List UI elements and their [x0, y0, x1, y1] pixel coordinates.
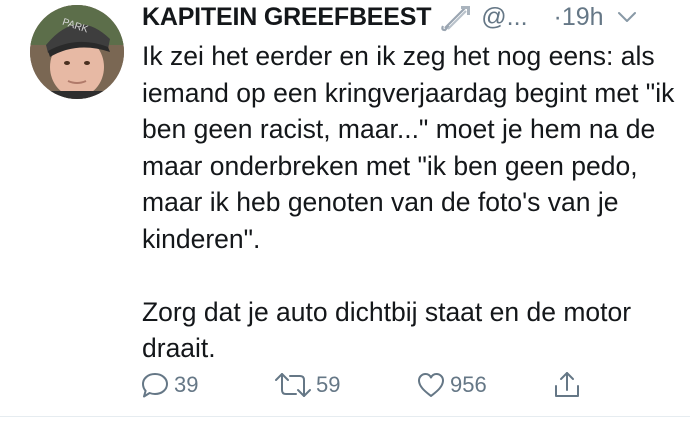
tweet-divider	[0, 416, 690, 417]
tweet-text: Ik zei het eerder en ik zeg het nog eens…	[142, 41, 675, 363]
reply-button[interactable]: 39	[140, 368, 198, 402]
share-button[interactable]	[552, 368, 582, 402]
like-count: 956	[450, 372, 487, 397]
reply-count: 39	[174, 372, 199, 397]
like-button[interactable]: 956	[416, 368, 487, 402]
tweet-header: KAPITEIN GREEFBEEST @... ·19h	[142, 0, 682, 34]
timestamp[interactable]: ·19h	[554, 3, 604, 32]
display-name[interactable]: KAPITEIN GREEFBEEST	[142, 3, 431, 32]
safety-pin-icon	[439, 2, 473, 32]
chevron-down-icon[interactable]	[616, 6, 638, 28]
heart-icon	[418, 373, 444, 397]
share-icon	[555, 372, 579, 397]
tweet[interactable]: PARK KAPITEIN GREEFBEEST @... ·19h Ik ze…	[0, 0, 690, 416]
avatar-photo: PARK	[30, 5, 124, 99]
reply-icon	[142, 373, 168, 398]
tweet-actions: 39 59 956	[140, 368, 620, 402]
retweet-count: 59	[316, 372, 341, 397]
avatar[interactable]: PARK	[30, 5, 124, 99]
handle[interactable]: @...	[481, 3, 527, 32]
time-separator: ·	[553, 2, 562, 31]
retweet-button[interactable]: 59	[274, 368, 340, 402]
time-value: 19h	[561, 2, 604, 31]
retweet-icon	[275, 373, 311, 397]
